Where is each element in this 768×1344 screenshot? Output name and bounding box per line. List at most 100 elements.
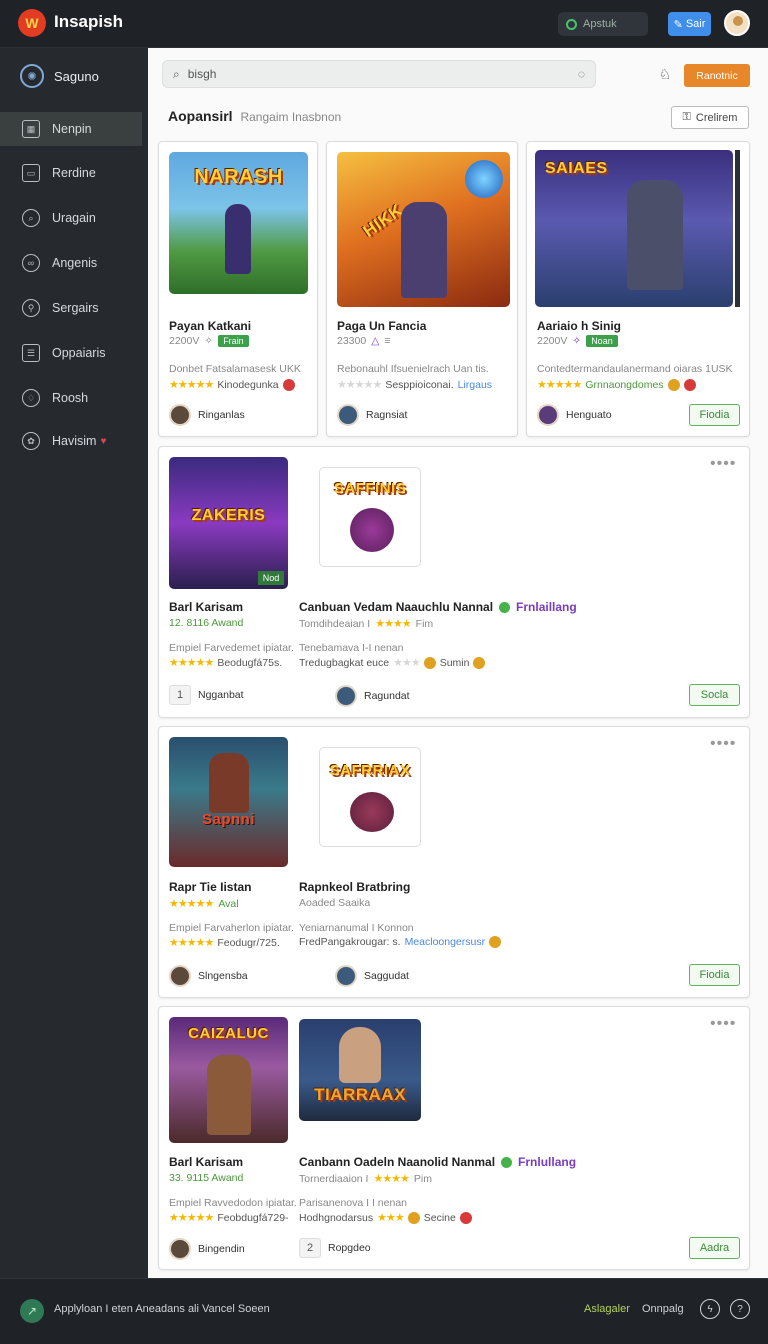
star-rating-icon: ★★★★ (375, 618, 411, 630)
assistant-icon[interactable]: ↗ (20, 1299, 44, 1323)
rating-text: Feodugr/725. (217, 936, 280, 949)
author[interactable]: Henguato (537, 404, 612, 426)
notification-icon[interactable]: ♘ (656, 66, 674, 84)
game-rating: ★★★★★ Beodugfá75s. (169, 656, 283, 670)
rating-text: Beodugfá75s. (217, 656, 283, 669)
game-tag: Frain (218, 335, 249, 347)
author[interactable]: 2 Ropgdeo (299, 1238, 371, 1258)
help-icon[interactable]: ? (730, 1299, 750, 1319)
game-thumbnail[interactable]: NARASH (169, 152, 308, 294)
character-figure (225, 204, 251, 274)
top-bar: W Insapish Apstuk ✎ Sair (0, 0, 768, 48)
game-thumbnail[interactable]: SAFRRIAX (319, 747, 421, 847)
sidebar-item-angenis[interactable]: ∞ Angenis (0, 246, 142, 280)
search-bar[interactable]: ⌕ ◌ (162, 60, 596, 88)
grid-icon: ▦ (22, 120, 40, 138)
card-action-button[interactable]: Fiodia (689, 964, 740, 986)
game-title: Rapr Tie Iistan (169, 880, 252, 894)
emoji-icon (667, 378, 680, 391)
verified-icon (501, 1156, 513, 1168)
sidebar-item-rerdine[interactable]: ▭ Rerdine (0, 156, 142, 190)
game-rating: ★★★★★ Grnnaongdomes (537, 378, 696, 391)
create-button-label: Crelirem (695, 111, 738, 124)
game-thumbnail[interactable]: SAFFINIS (319, 467, 421, 567)
card-action-button[interactable]: Fiodia (689, 404, 740, 426)
sidebar-item-sergairs[interactable]: ⚲ Sergairs (0, 291, 142, 325)
more-options-icon[interactable]: •••• (710, 735, 736, 753)
tools-icon: ⚲ (22, 299, 40, 317)
game-thumbnail[interactable]: ZAKERIS Nod (169, 457, 288, 589)
game-meta: 2200V ✧ Noan (537, 335, 618, 347)
game-card[interactable]: SAIAES Aariaio h Sinig 2200V ✧ Noan Cont… (526, 141, 750, 437)
game-meta-value: 2200V (537, 335, 568, 347)
more-options-icon[interactable]: •••• (710, 1015, 736, 1033)
star-rating-icon: ★★★★ (373, 1173, 409, 1185)
section-subtitle: Rangaim Inasbnon (240, 110, 342, 124)
game-thumbnail[interactable]: SAIAES (535, 150, 733, 307)
rank-chip: 1 (169, 685, 191, 705)
game-list-card[interactable]: •••• ZAKERIS Nod SAFFINIS Barl Karisam 1… (158, 446, 750, 718)
section-title: Aopansirl Rangaim Inasbnon (168, 108, 341, 124)
main-content: ⌕ ◌ ♘ Ranotnic Aopansirl Rangaim Inasbno… (148, 48, 768, 1278)
game-list-card[interactable]: •••• CAIZALUC TIARRAAX Barl Karisam 33. … (158, 1006, 750, 1270)
rating-extra: Secine (423, 1211, 456, 1224)
rating-link[interactable]: Lirgaus (458, 379, 492, 391)
game-rating: ★★★★★ Feobdugfá729- (169, 1211, 289, 1225)
sidebar-item-uragain[interactable]: ⌕ Uragain (0, 201, 142, 235)
game-list-card[interactable]: •••• Sapnni SAFRRIAX Rapr Tie Iistan ★★★… (158, 726, 750, 998)
author[interactable]: Ragnsiat (337, 404, 407, 426)
card-action-button[interactable]: Aadra (689, 1237, 740, 1259)
author[interactable]: Ringanlas (169, 404, 245, 426)
game-title-text: Canbann Oadeln Naanolid Nanmal (299, 1155, 496, 1169)
game-thumbnail[interactable]: HIKK (337, 152, 510, 307)
status-pill[interactable]: Apstuk (558, 12, 648, 36)
game-card[interactable]: HIKK Paga Un Fancia 23300 △ ≡ Rebonauhl … (326, 141, 518, 437)
footer-link-primary[interactable]: Aslagaler (584, 1303, 630, 1315)
sidebar-header[interactable]: ✺ Saguno (20, 64, 99, 88)
scroll-indicator[interactable] (735, 150, 740, 307)
lightning-icon[interactable]: ϟ (700, 1299, 720, 1319)
calendar-icon: ▭ (22, 164, 40, 182)
sidebar-item-oppaiaris[interactable]: ☰ Oppaiaris (0, 336, 142, 370)
footer-link[interactable]: Onnpalg (642, 1303, 684, 1315)
create-button[interactable]: ⚿ Crelirem (671, 106, 749, 129)
folder-icon: ☰ (22, 344, 40, 362)
user-avatar[interactable] (724, 10, 750, 36)
verified-label: Frnlaillang (516, 600, 577, 614)
sidebar-item-roosh[interactable]: ♢ Roosh (0, 381, 142, 415)
emoji-icon (407, 1211, 420, 1224)
voice-search-icon[interactable]: ◌ (578, 67, 585, 81)
author-avatar (335, 965, 357, 987)
sidebar-item-label: Havisim (52, 434, 97, 448)
author-avatar (537, 404, 559, 426)
game-description: Empiel Farvaherlon ipiatar. (169, 922, 294, 934)
star-rating-icon: ★★★ (377, 1212, 405, 1224)
premium-button[interactable]: Ranotnic (684, 64, 750, 87)
sparkle-icon: ✧ (204, 335, 214, 347)
game-description: Empiel Ravvedodon ipiatar. (169, 1197, 297, 1209)
thumbnail-title: SAFFINIS (333, 480, 407, 497)
game-thumbnail[interactable]: TIARRAAX (299, 1019, 421, 1121)
game-card[interactable]: NARASH Payan Katkani 2200V ✧ Frain Donbe… (158, 141, 318, 437)
link-icon: ∞ (22, 254, 40, 272)
game-thumbnail[interactable]: Sapnni (169, 737, 288, 867)
sidebar-item-havisim[interactable]: ✿ Havisim ♥ (0, 424, 142, 458)
game-title-text: Canbuan Vedam Naauchlu Nannal (299, 600, 494, 614)
author[interactable]: Saggudat (335, 965, 409, 987)
author[interactable]: 1 Ngganbat (169, 685, 244, 705)
author-name: Ragundat (364, 690, 410, 702)
search-input[interactable] (187, 67, 570, 81)
author[interactable]: Bingendin (169, 1238, 245, 1260)
author-name: Bingendin (198, 1243, 245, 1255)
author[interactable]: Ragundat (335, 685, 410, 707)
rating-link[interactable]: Meacloongersusr (405, 936, 486, 948)
emoji-icon (473, 656, 486, 669)
sidebar: ✺ Saguno ▦ Nenpin ▭ Rerdine ⌕ Uragain ∞ … (0, 48, 148, 1278)
more-options-icon[interactable]: •••• (710, 455, 736, 473)
game-thumbnail[interactable]: CAIZALUC (169, 1017, 288, 1143)
app-logo-icon[interactable]: W (18, 9, 46, 37)
author[interactable]: Slngensba (169, 965, 248, 987)
card-action-button[interactable]: Socla (689, 684, 740, 706)
save-button[interactable]: ✎ Sair (668, 12, 711, 36)
sidebar-item-nenpin[interactable]: ▦ Nenpin (0, 112, 142, 146)
